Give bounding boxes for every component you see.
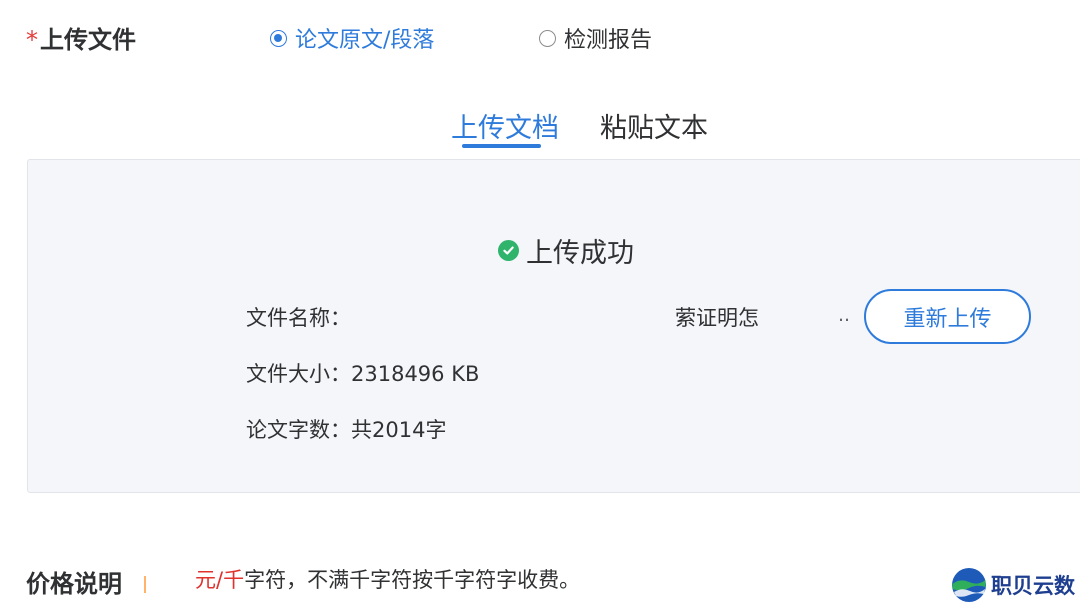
success-check-icon (498, 240, 519, 261)
price-description-text: 元/千字符，不满千字符按千字符字收费。 (195, 564, 580, 594)
watermark-logo-icon (951, 567, 987, 603)
file-name-value: 萦证明怎 (675, 306, 759, 330)
upload-status: 上传成功 (498, 231, 634, 270)
file-name-ellipsis: .. (838, 304, 851, 326)
watermark: 职贝云数 (951, 567, 1075, 603)
upload-status-text: 上传成功 (526, 238, 634, 269)
radio-unchecked-icon[interactable] (539, 29, 556, 47)
file-name-label: 文件名称： (246, 306, 351, 330)
word-count-value: 共2014字 (351, 418, 447, 442)
price-rule: 字符，不满千字符按千字符字收费。 (244, 568, 581, 592)
active-tab-indicator (462, 144, 541, 148)
radio-detection-report-label[interactable]: 检测报告 (564, 22, 652, 54)
radio-original-paragraph-label[interactable]: 论文原文/段落 (295, 22, 434, 54)
radio-original-paragraph[interactable]: 论文原文/段落 (270, 22, 434, 54)
radio-checked-icon[interactable] (270, 29, 287, 47)
price-description-label: 价格说明 (26, 570, 122, 598)
file-size-label: 文件大小： (246, 362, 351, 386)
reupload-button[interactable]: 重新上传 (864, 289, 1031, 344)
required-asterisk: * (26, 26, 38, 54)
watermark-text: 职贝云数 (991, 574, 1075, 598)
word-count-row: 论文字数：共2014字 (246, 414, 446, 444)
file-size-value: 2318496 KB (351, 362, 480, 386)
price-divider (144, 576, 146, 593)
tab-paste-text[interactable]: 粘贴文本 (600, 106, 708, 145)
upload-file-label-text: 上传文件 (40, 26, 136, 54)
price-unit: 元/千 (195, 568, 245, 592)
radio-detection-report[interactable]: 检测报告 (539, 22, 652, 54)
file-size-row: 文件大小：2318496 KB (246, 358, 479, 388)
word-count-label: 论文字数： (246, 418, 351, 442)
upload-file-label: *上传文件 (26, 20, 136, 55)
tab-upload-document[interactable]: 上传文档 (451, 106, 559, 145)
